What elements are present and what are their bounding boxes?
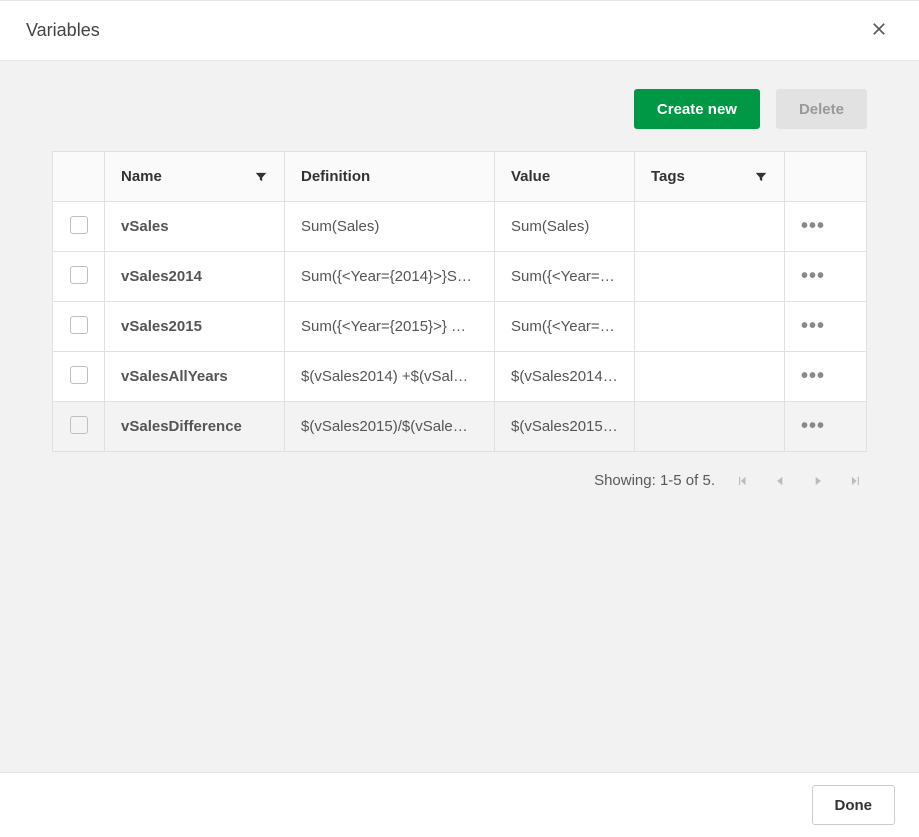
row-name[interactable]: vSales2015	[105, 302, 285, 352]
toolbar: Create new Delete	[52, 61, 867, 151]
table-row[interactable]: vSalesSum(Sales)Sum(Sales)•••	[53, 202, 867, 252]
row-value: $(vSales2014…	[495, 352, 635, 402]
table-row[interactable]: vSales2015Sum({<Year={2015}>} …Sum({<Yea…	[53, 302, 867, 352]
row-name[interactable]: vSales	[105, 202, 285, 252]
row-actions-cell: •••	[785, 252, 867, 302]
pager-next-icon	[811, 474, 825, 488]
row-checkbox[interactable]	[70, 316, 88, 334]
row-definition: Sum({<Year={2015}>} …	[285, 302, 495, 352]
dialog-title: Variables	[26, 20, 100, 41]
col-header-value-label: Value	[511, 168, 550, 185]
pager-last-icon	[849, 474, 863, 488]
row-name[interactable]: vSalesAllYears	[105, 352, 285, 402]
col-header-tags[interactable]: Tags	[635, 152, 785, 202]
row-actions-cell: •••	[785, 402, 867, 452]
table-row[interactable]: vSalesDifference$(vSales2015)/$(vSale…$(…	[53, 402, 867, 452]
create-new-button[interactable]: Create new	[634, 89, 760, 129]
filter-icon[interactable]	[754, 170, 768, 184]
row-tags	[635, 252, 785, 302]
dialog-body: Create new Delete Name	[0, 61, 919, 772]
row-tags	[635, 302, 785, 352]
more-actions-icon[interactable]: •••	[801, 252, 825, 301]
dialog-header: Variables	[0, 1, 919, 61]
done-button[interactable]: Done	[812, 785, 896, 825]
variables-table: Name Definition Value T	[52, 151, 867, 452]
col-header-checkbox	[53, 152, 105, 202]
col-header-definition[interactable]: Definition	[285, 152, 495, 202]
row-definition: $(vSales2015)/$(vSale…	[285, 402, 495, 452]
col-header-definition-label: Definition	[301, 168, 370, 185]
row-tags	[635, 352, 785, 402]
row-tags	[635, 402, 785, 452]
row-tags	[635, 202, 785, 252]
row-value: Sum(Sales)	[495, 202, 635, 252]
row-checkbox[interactable]	[70, 366, 88, 384]
pager-prev-icon	[773, 474, 787, 488]
more-actions-icon[interactable]: •••	[801, 352, 825, 401]
delete-button: Delete	[776, 89, 867, 129]
row-checkbox-cell	[53, 202, 105, 252]
row-checkbox-cell	[53, 402, 105, 452]
row-actions-cell: •••	[785, 352, 867, 402]
row-actions-cell: •••	[785, 202, 867, 252]
row-checkbox-cell	[53, 252, 105, 302]
col-header-tags-label: Tags	[651, 168, 685, 185]
row-name[interactable]: vSalesDifference	[105, 402, 285, 452]
table-row[interactable]: vSales2014Sum({<Year={2014}>}S…Sum({<Yea…	[53, 252, 867, 302]
more-actions-icon[interactable]: •••	[801, 302, 825, 351]
table-header-row: Name Definition Value T	[53, 152, 867, 202]
pager-nav	[735, 474, 863, 488]
variables-dialog: Variables Create new Delete	[0, 0, 919, 837]
row-value: Sum({<Year={…	[495, 302, 635, 352]
pager-first-icon	[735, 474, 749, 488]
row-checkbox[interactable]	[70, 216, 88, 234]
col-header-value[interactable]: Value	[495, 152, 635, 202]
close-button[interactable]	[863, 15, 895, 47]
row-definition: $(vSales2014) +$(vSal…	[285, 352, 495, 402]
row-definition: Sum({<Year={2014}>}S…	[285, 252, 495, 302]
col-header-name[interactable]: Name	[105, 152, 285, 202]
row-value: $(vSales2015…	[495, 402, 635, 452]
row-checkbox-cell	[53, 352, 105, 402]
row-checkbox[interactable]	[70, 266, 88, 284]
pager-text: Showing: 1-5 of 5.	[594, 472, 715, 489]
row-actions-cell: •••	[785, 302, 867, 352]
filter-icon[interactable]	[254, 170, 268, 184]
more-actions-icon[interactable]: •••	[801, 402, 825, 451]
more-actions-icon[interactable]: •••	[801, 202, 825, 251]
table-row[interactable]: vSalesAllYears$(vSales2014) +$(vSal…$(vS…	[53, 352, 867, 402]
col-header-name-label: Name	[121, 168, 162, 185]
row-name[interactable]: vSales2014	[105, 252, 285, 302]
row-definition: Sum(Sales)	[285, 202, 495, 252]
col-header-actions	[785, 152, 867, 202]
pager: Showing: 1-5 of 5.	[52, 452, 867, 509]
row-value: Sum({<Year={…	[495, 252, 635, 302]
close-icon	[870, 20, 888, 41]
dialog-footer: Done	[0, 772, 919, 837]
row-checkbox[interactable]	[70, 416, 88, 434]
row-checkbox-cell	[53, 302, 105, 352]
